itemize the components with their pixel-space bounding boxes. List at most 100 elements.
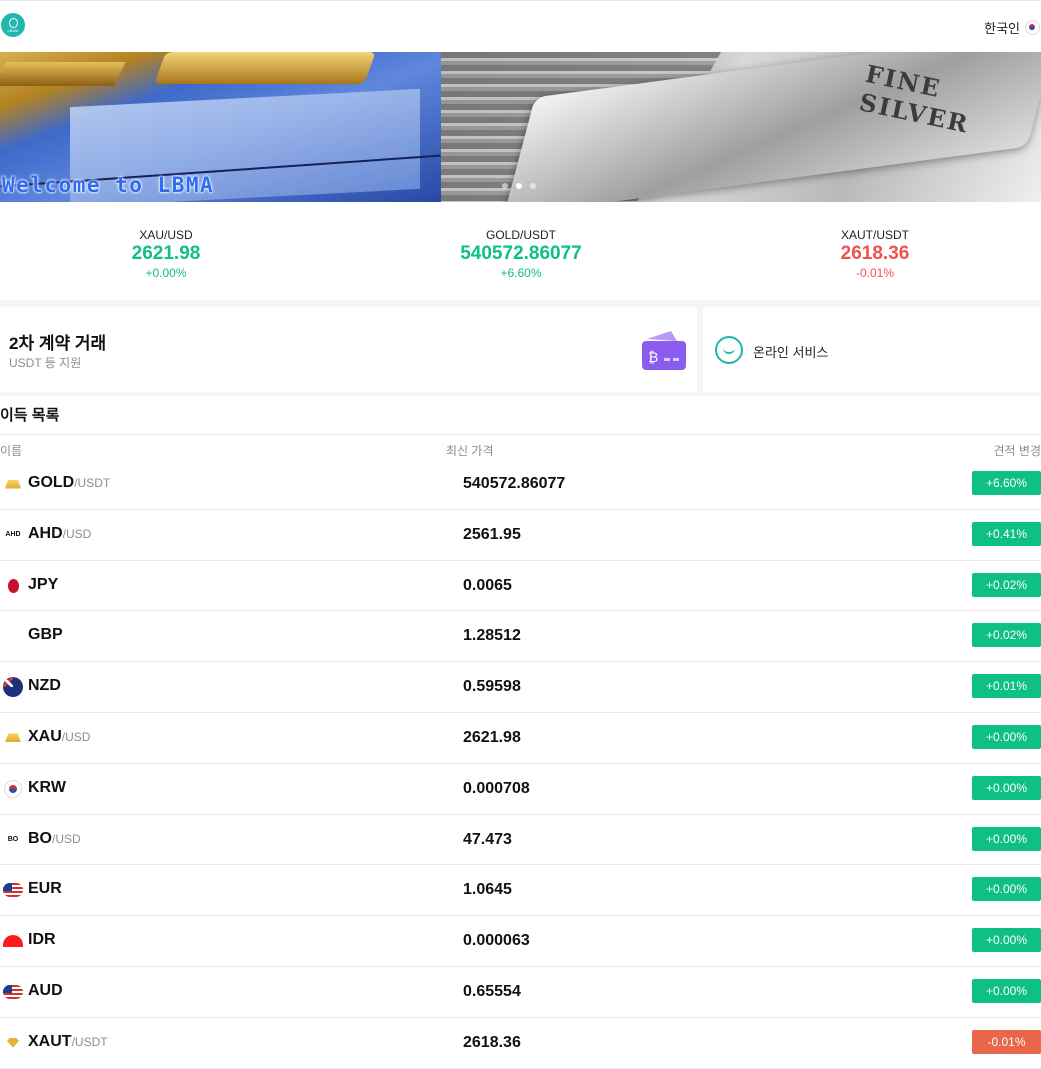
list-item[interactable]: NZD 0.59598 +0.01% bbox=[0, 662, 1041, 713]
svg-text:₿: ₿ bbox=[648, 350, 658, 366]
asset-base: IDR bbox=[28, 931, 56, 948]
asset-base: BO bbox=[28, 830, 52, 847]
change-badge[interactable]: +0.41% bbox=[972, 522, 1041, 546]
carousel-dot-active[interactable] bbox=[516, 183, 522, 189]
online-service-label: 온라인 서비스 bbox=[753, 342, 828, 361]
ticker-change: -0.01% bbox=[755, 266, 995, 280]
ticker-price: 2618.36 bbox=[755, 243, 995, 265]
change-badge[interactable]: +0.00% bbox=[972, 776, 1041, 800]
list-title: 이득 목록 bbox=[0, 404, 59, 425]
language-label: 한국인 bbox=[984, 18, 1020, 37]
ticker-price: 2621.98 bbox=[46, 243, 286, 265]
carousel-indicator bbox=[502, 183, 536, 189]
change-badge[interactable]: +0.02% bbox=[972, 623, 1041, 647]
korea-flag-icon bbox=[1025, 20, 1040, 35]
asset-base: EUR bbox=[28, 880, 62, 897]
asset-name: GOLD/USDT bbox=[28, 474, 110, 492]
chat-icon bbox=[715, 336, 743, 364]
ticker-symbol: XAUT/USDT bbox=[755, 228, 995, 242]
list-item[interactable]: JPY 0.0065 +0.02% bbox=[0, 561, 1041, 612]
banner-slide-silver: FINE SILVER bbox=[441, 52, 1041, 202]
contract-subtitle: USDT 등 지원 bbox=[9, 354, 81, 371]
language-selector[interactable]: 한국인 bbox=[984, 18, 1040, 37]
asset-name: BO/USD bbox=[28, 830, 81, 848]
ticker-xau-usd[interactable]: XAU/USD 2621.98 +0.00% bbox=[46, 228, 286, 280]
asset-price: 0.59598 bbox=[463, 678, 521, 696]
gold-bar-icon bbox=[3, 476, 23, 492]
asset-price: 2621.98 bbox=[463, 729, 521, 747]
japan-flag-icon bbox=[3, 578, 23, 594]
blank-icon bbox=[3, 628, 23, 644]
logo-text: LBMA bbox=[1, 28, 25, 33]
ticker-symbol: XAU/USD bbox=[46, 228, 286, 242]
ahd-icon: AHD bbox=[3, 527, 23, 543]
aud-flag-icon bbox=[3, 984, 23, 1000]
ticker-symbol: GOLD/USDT bbox=[401, 228, 641, 242]
carousel-dot[interactable] bbox=[502, 183, 508, 189]
logo-icon[interactable]: LBMA bbox=[1, 13, 25, 37]
carousel-dot[interactable] bbox=[530, 183, 536, 189]
gold-bar-icon bbox=[3, 730, 23, 746]
list-item[interactable]: AHD AHD/USD 2561.95 +0.41% bbox=[0, 510, 1041, 561]
asset-price: 1.0645 bbox=[463, 881, 512, 899]
banner-caption: Welcome to LBMA bbox=[2, 173, 214, 197]
asset-name: KRW bbox=[28, 779, 66, 797]
asset-base: XAU bbox=[28, 728, 62, 745]
asset-price: 1.28512 bbox=[463, 627, 521, 645]
list-item[interactable]: GOLD/USDT 540572.86077 +6.60% bbox=[0, 459, 1041, 510]
list-item[interactable]: KRW 0.000708 +0.00% bbox=[0, 764, 1041, 815]
change-badge[interactable]: +6.60% bbox=[972, 471, 1041, 495]
asset-quote: /USDT bbox=[74, 476, 110, 490]
asset-list: GOLD/USDT 540572.86077 +6.60% AHD AHD/USD 256… bbox=[0, 459, 1041, 1069]
asset-price: 540572.86077 bbox=[463, 475, 565, 493]
asset-quote: /USD bbox=[62, 730, 91, 744]
asset-name: NZD bbox=[28, 677, 61, 695]
nz-flag-icon bbox=[3, 679, 23, 695]
asset-name: JPY bbox=[28, 576, 58, 594]
asset-price: 0.000708 bbox=[463, 780, 530, 798]
asset-base: JPY bbox=[28, 576, 58, 593]
list-item[interactable]: XAU/USD 2621.98 +0.00% bbox=[0, 713, 1041, 764]
bo-icon: BO bbox=[3, 832, 23, 848]
header-price: 최신 가격 bbox=[446, 442, 494, 459]
diamond-icon bbox=[3, 1035, 23, 1051]
change-badge[interactable]: +0.01% bbox=[972, 674, 1041, 698]
list-item[interactable]: IDR0.000063+0.00% bbox=[0, 916, 1041, 967]
change-badge[interactable]: +0.00% bbox=[972, 827, 1041, 851]
ticker-strip: XAU/USD 2621.98 +0.00% GOLD/USDT 540572.… bbox=[0, 228, 1041, 288]
list-item[interactable]: EUR 1.0645 +0.00% bbox=[0, 865, 1041, 916]
asset-name: AUD bbox=[28, 982, 63, 1000]
contract-title: 2차 계약 거래 bbox=[9, 329, 106, 354]
header-name: 이름 bbox=[0, 442, 22, 459]
wallet-icon: ₿ bbox=[641, 329, 687, 371]
list-item[interactable]: AUD 0.65554 +0.00% bbox=[0, 967, 1041, 1018]
contract-trade-card[interactable]: 2차 계약 거래 USDT 등 지원 ₿ bbox=[0, 307, 697, 392]
change-badge[interactable]: +0.00% bbox=[972, 928, 1041, 952]
change-badge[interactable]: +0.00% bbox=[972, 877, 1041, 901]
asset-price: 0.0065 bbox=[463, 577, 512, 595]
ticker-change: +6.60% bbox=[401, 266, 641, 280]
list-item[interactable]: BOBO/USD47.473+0.00% bbox=[0, 815, 1041, 866]
banner-carousel[interactable]: Welcome to LBMA FINE SILVER bbox=[0, 52, 1041, 202]
asset-price: 47.473 bbox=[463, 831, 512, 849]
eur-flag-icon bbox=[3, 882, 23, 898]
change-badge[interactable]: +0.00% bbox=[972, 979, 1041, 1003]
list-item[interactable]: GBP 1.28512 +0.02% bbox=[0, 611, 1041, 662]
ticker-xaut-usdt[interactable]: XAUT/USDT 2618.36 -0.01% bbox=[755, 228, 995, 280]
asset-name: EUR bbox=[28, 880, 62, 898]
change-badge[interactable]: +0.02% bbox=[972, 573, 1041, 597]
asset-price: 0.65554 bbox=[463, 983, 521, 1001]
asset-name: AHD/USD bbox=[28, 525, 91, 543]
change-badge[interactable]: +0.00% bbox=[972, 725, 1041, 749]
korea-flag-icon bbox=[3, 781, 23, 797]
online-service-card[interactable]: 온라인 서비스 bbox=[703, 307, 1041, 392]
list-item[interactable]: XAUT/USDT2618.36-0.01% bbox=[0, 1018, 1041, 1069]
header-change: 견적 변경 bbox=[994, 442, 1041, 459]
asset-base: NZD bbox=[28, 677, 61, 694]
ticker-gold-usdt[interactable]: GOLD/USDT 540572.86077 +6.60% bbox=[401, 228, 641, 280]
asset-quote: /USD bbox=[63, 527, 92, 541]
asset-price: 2561.95 bbox=[463, 526, 521, 544]
asset-name: GBP bbox=[28, 626, 63, 644]
asset-name: XAU/USD bbox=[28, 728, 90, 746]
asset-base: GBP bbox=[28, 626, 63, 643]
